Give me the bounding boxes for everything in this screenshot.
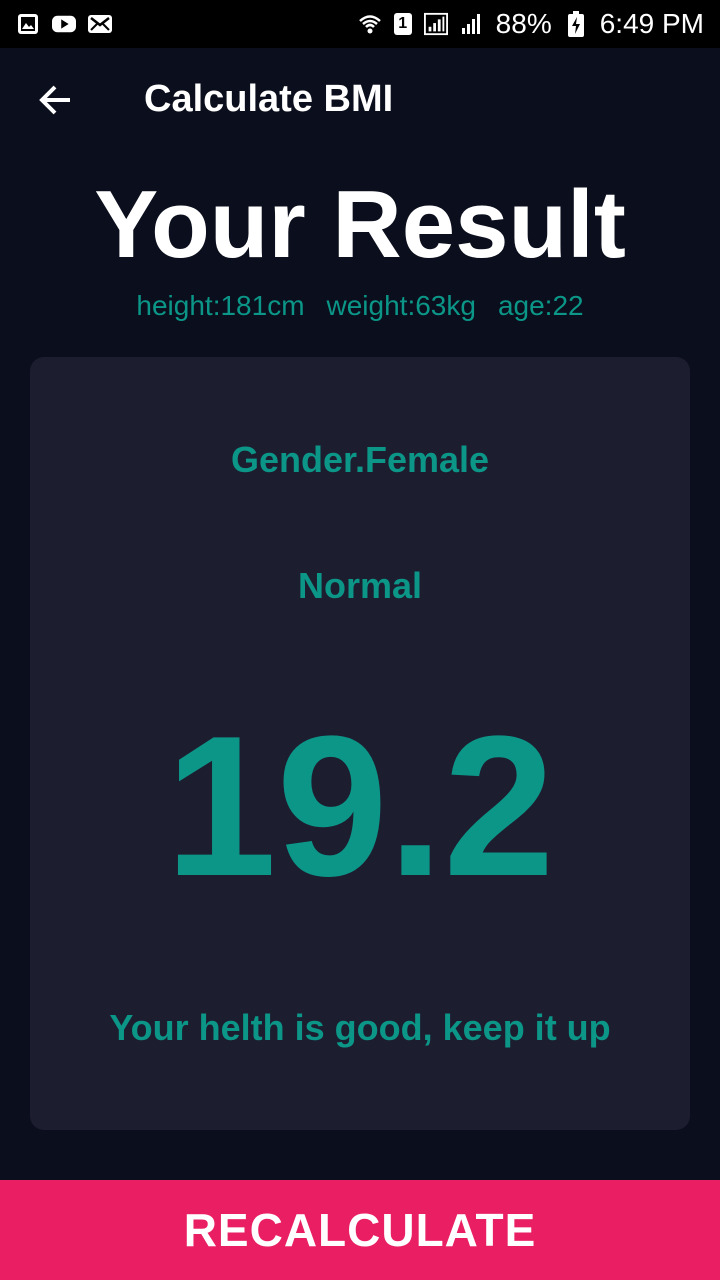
weight-value: weight:63kg — [326, 290, 476, 321]
bmi-value: 19.2 — [165, 695, 555, 918]
wifi-icon — [358, 12, 382, 36]
gallery-icon — [16, 12, 40, 36]
result-heading: Your Result — [94, 171, 626, 278]
battery-charging-icon — [564, 11, 588, 37]
battery-percentage: 88% — [495, 8, 552, 39]
advice-text: Your helth is good, keep it up — [109, 1007, 611, 1048]
back-button[interactable] — [24, 70, 88, 134]
height-value: height:181cm — [136, 290, 305, 321]
youtube-icon — [52, 12, 76, 36]
gender-label: Gender.Female — [230, 439, 490, 480]
sim-icon: 1 — [393, 13, 412, 35]
signal-icon — [423, 12, 448, 36]
result-card: Gender.Female Normal 19.2 Your helth is … — [30, 357, 690, 1130]
app-title: Calculate BMI — [144, 78, 394, 120]
user-info: height:181cm weight:63kg age:22 — [0, 290, 720, 322]
app-bar: Calculate BMI — [0, 48, 720, 160]
bmi-result-screen: 1 88% 6:49 PM Calculate BMI Your Result … — [0, 0, 720, 1280]
system-icons: 1 88% 6:49 PM — [358, 8, 704, 40]
bmi-category: Normal — [297, 565, 423, 606]
signal-icon-2 — [460, 12, 484, 36]
clock: 6:49 PM — [599, 8, 704, 39]
mail-icon — [88, 12, 112, 36]
age-value: age:22 — [497, 290, 584, 321]
notification-icons — [16, 12, 112, 36]
arrow-back-icon — [36, 80, 76, 125]
recalculate-button[interactable]: RECALCULATE — [0, 1180, 720, 1280]
status-bar: 1 88% 6:49 PM — [0, 0, 720, 48]
